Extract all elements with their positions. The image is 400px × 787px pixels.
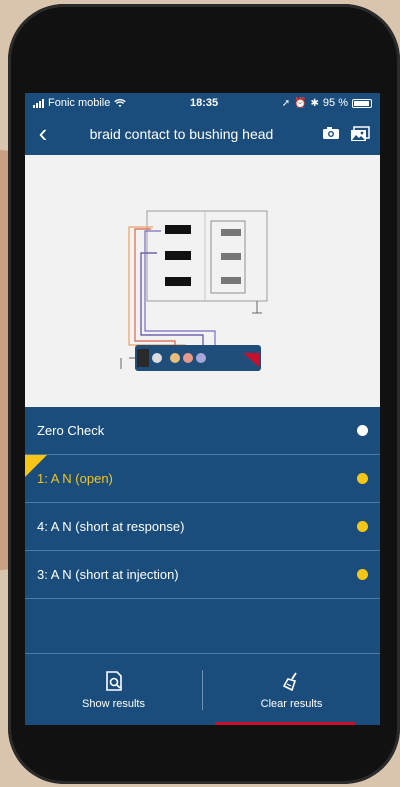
brand-accent-line	[215, 722, 355, 725]
list-item-short-response[interactable]: 4: A N (short at response)	[25, 503, 380, 551]
clear-results-button[interactable]: Clear results	[203, 670, 380, 710]
status-dot	[357, 473, 368, 484]
list-item-open[interactable]: 1: A N (open)	[25, 455, 380, 503]
wifi-icon	[114, 98, 127, 107]
status-dot	[357, 521, 368, 532]
status-dot	[357, 425, 368, 436]
list-item-zero-check[interactable]: Zero Check	[25, 407, 380, 455]
app-screen: Fonic mobile 18:35 ➚ ⏰ ✱ 95 % ‹ braid co…	[25, 93, 380, 725]
bluetooth-icon: ✱	[310, 97, 319, 109]
battery-percent: 95 %	[322, 97, 348, 109]
signal-icon	[33, 98, 44, 108]
measurement-list: Zero Check 1: A N (open) 4: A N (short a…	[25, 407, 380, 599]
bottom-toolbar: Show results Clear results	[25, 653, 380, 725]
location-icon: ➚	[281, 97, 291, 109]
page-title: braid contact to bushing head	[89, 126, 274, 142]
back-icon[interactable]: ‹	[25, 120, 61, 149]
nav-bar: ‹ braid contact to bushing head	[25, 113, 380, 155]
status-dot	[357, 569, 368, 580]
wiring-diagram	[25, 155, 380, 407]
document-search-icon	[105, 670, 122, 691]
alarm-icon: ⏰	[294, 97, 307, 109]
selected-marker	[25, 455, 47, 477]
battery-icon	[352, 98, 372, 108]
gallery-icon[interactable]	[350, 126, 370, 142]
list-item-short-injection[interactable]: 3: A N (short at injection)	[25, 551, 380, 599]
show-results-button[interactable]: Show results	[25, 670, 202, 710]
clock: 18:35	[189, 97, 219, 109]
broom-icon	[282, 672, 297, 691]
carrier-name: Fonic mobile	[48, 97, 111, 109]
status-bar: Fonic mobile 18:35 ➚ ⏰ ✱ 95 %	[25, 93, 380, 113]
camera-icon[interactable]	[322, 126, 340, 140]
